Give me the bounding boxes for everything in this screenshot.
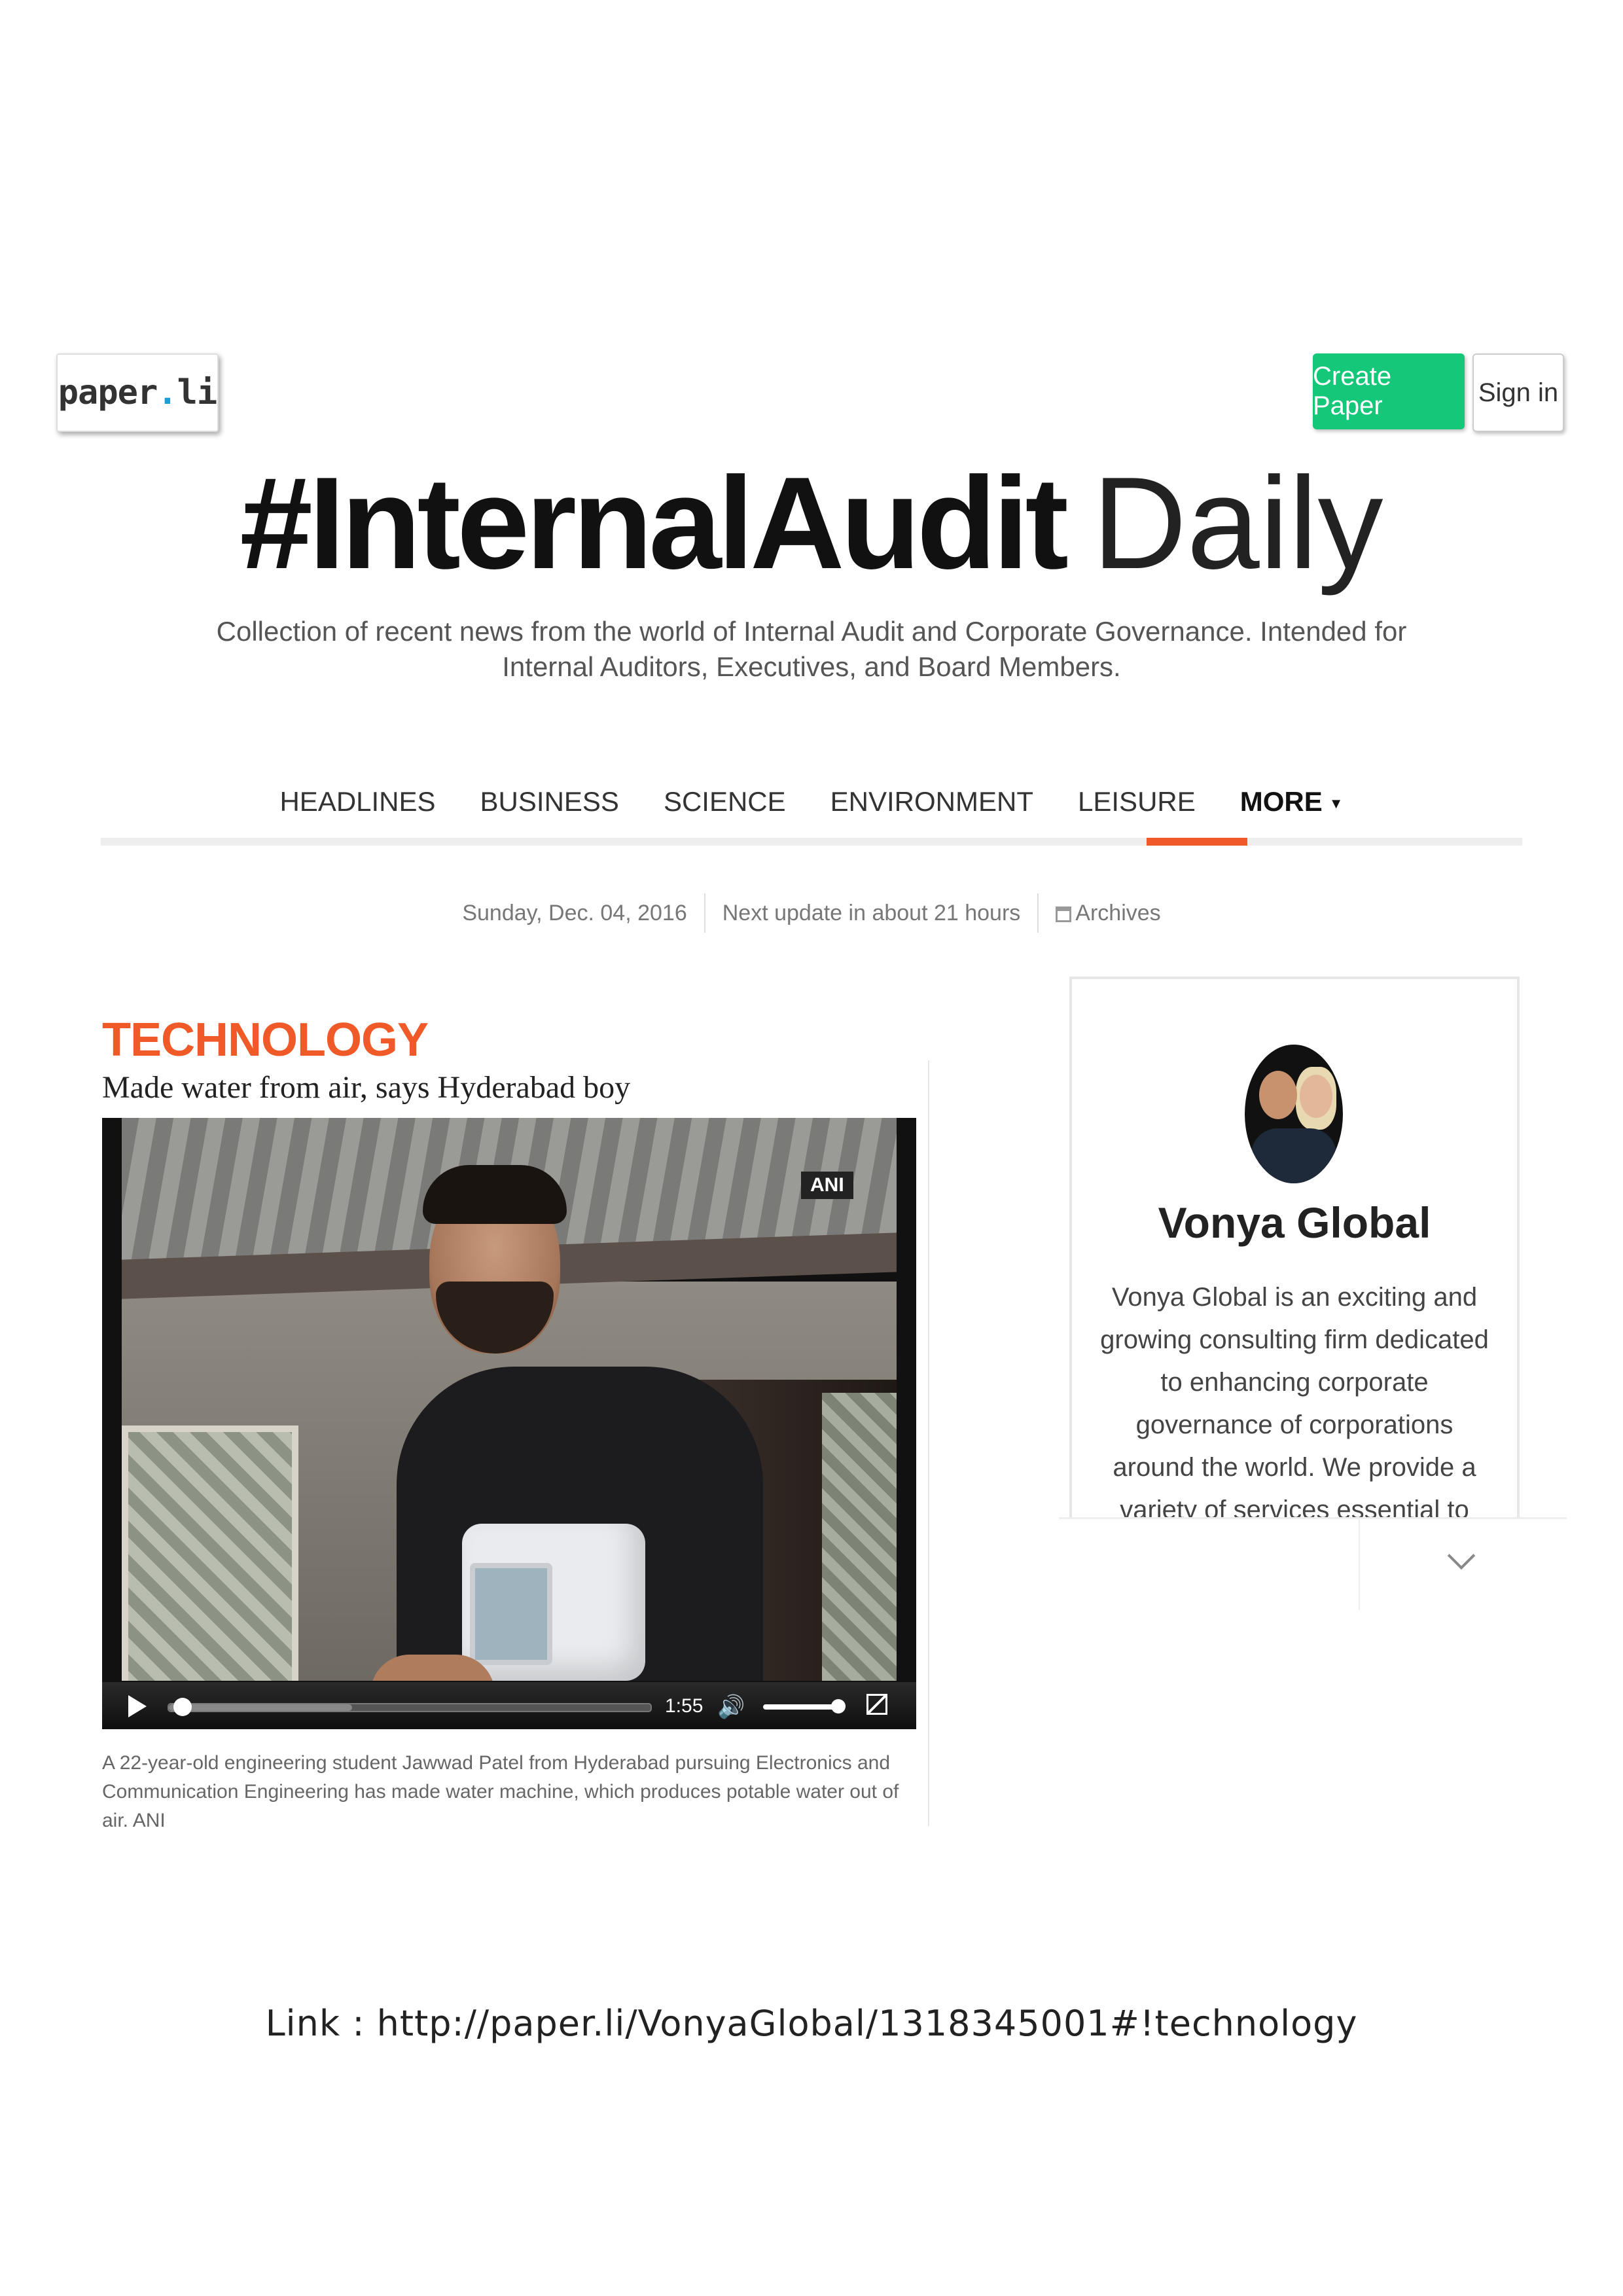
logo-text-right: li — [177, 373, 218, 412]
nav-item-more[interactable]: MORE ▼ — [1218, 786, 1366, 817]
paper-tagline: Collection of recent news from the world… — [216, 616, 1407, 682]
paperli-logo[interactable]: paper. li — [56, 353, 219, 432]
video-person-hair — [423, 1165, 567, 1224]
card-expand-bar — [1059, 1517, 1567, 1617]
nav-item-headlines[interactable]: HEADLINES — [257, 786, 457, 817]
avatar-face-right — [1300, 1075, 1332, 1118]
video-controls: 1:55 🔊 — [102, 1682, 916, 1729]
create-paper-button[interactable]: Create Paper — [1313, 353, 1465, 429]
article-title[interactable]: Made water from air, says Hyderabad boy — [102, 1069, 630, 1105]
avatar-shirt — [1251, 1128, 1336, 1183]
nav-more-label: MORE — [1240, 786, 1323, 817]
nav-item-science[interactable]: SCIENCE — [641, 786, 808, 817]
nav-divider — [101, 838, 1522, 846]
ani-watermark: ANI — [801, 1172, 853, 1199]
curator-description: Vonya Global is an exciting and growing … — [1100, 1283, 1489, 1524]
section-nav: HEADLINES BUSINESS SCIENCE ENVIRONMENT L… — [0, 772, 1623, 831]
progress-knob[interactable] — [173, 1698, 192, 1716]
card-expand-separator — [1359, 1518, 1360, 1610]
calendar-icon — [1056, 906, 1072, 922]
logo-text-left: paper — [58, 373, 158, 412]
page-title-thin: Daily — [1092, 450, 1383, 596]
sign-in-button[interactable]: Sign in — [1472, 353, 1564, 432]
edition-date: Sunday, Dec. 04, 2016 — [462, 900, 687, 925]
page-title: #InternalAudit Daily — [0, 458, 1623, 589]
video-frame: ANI — [122, 1118, 897, 1681]
section-heading: TECHNOLOGY — [102, 1014, 429, 1066]
logo-text-dot: . — [157, 373, 177, 412]
video-duration: 1:55 — [665, 1695, 704, 1717]
nav-item-business[interactable]: BUSINESS — [458, 786, 641, 817]
volume-knob[interactable] — [831, 1699, 846, 1713]
column-divider — [928, 1060, 929, 1826]
nav-item-environment[interactable]: ENVIRONMENT — [808, 786, 1056, 817]
archives-label: Archives — [1075, 900, 1161, 925]
article-caption: A 22-year-old engineering student Jawwad… — [102, 1752, 899, 1831]
video-machine-screen — [470, 1563, 552, 1665]
video-window-left — [122, 1426, 298, 1681]
info-bar: Sunday, Dec. 04, 2016 Next update in abo… — [0, 890, 1623, 936]
archives-link[interactable]: Archives — [1039, 901, 1177, 926]
nav-active-indicator — [1147, 838, 1247, 846]
video-window-right — [822, 1393, 897, 1681]
avatar-face-left — [1259, 1071, 1297, 1119]
caret-down-icon: ▼ — [1329, 795, 1344, 812]
nav-item-leisure[interactable]: LEISURE — [1056, 786, 1218, 817]
page-title-bold: #InternalAudit — [240, 450, 1069, 596]
next-update-text: Next update in about 21 hours — [722, 900, 1021, 925]
video-player[interactable]: ANI 1:55 🔊 — [102, 1118, 916, 1729]
curator-name[interactable]: Vonya Global — [1069, 1198, 1520, 1247]
source-link: Link : http://paper.li/VonyaGlobal/13183… — [265, 2003, 1358, 2044]
volume-icon[interactable]: 🔊 — [717, 1694, 745, 1720]
fullscreen-icon[interactable] — [866, 1694, 887, 1715]
avatar[interactable] — [1245, 1045, 1343, 1183]
play-icon[interactable] — [128, 1695, 147, 1717]
volume-slider[interactable] — [763, 1704, 839, 1710]
progress-buffered — [169, 1704, 352, 1711]
